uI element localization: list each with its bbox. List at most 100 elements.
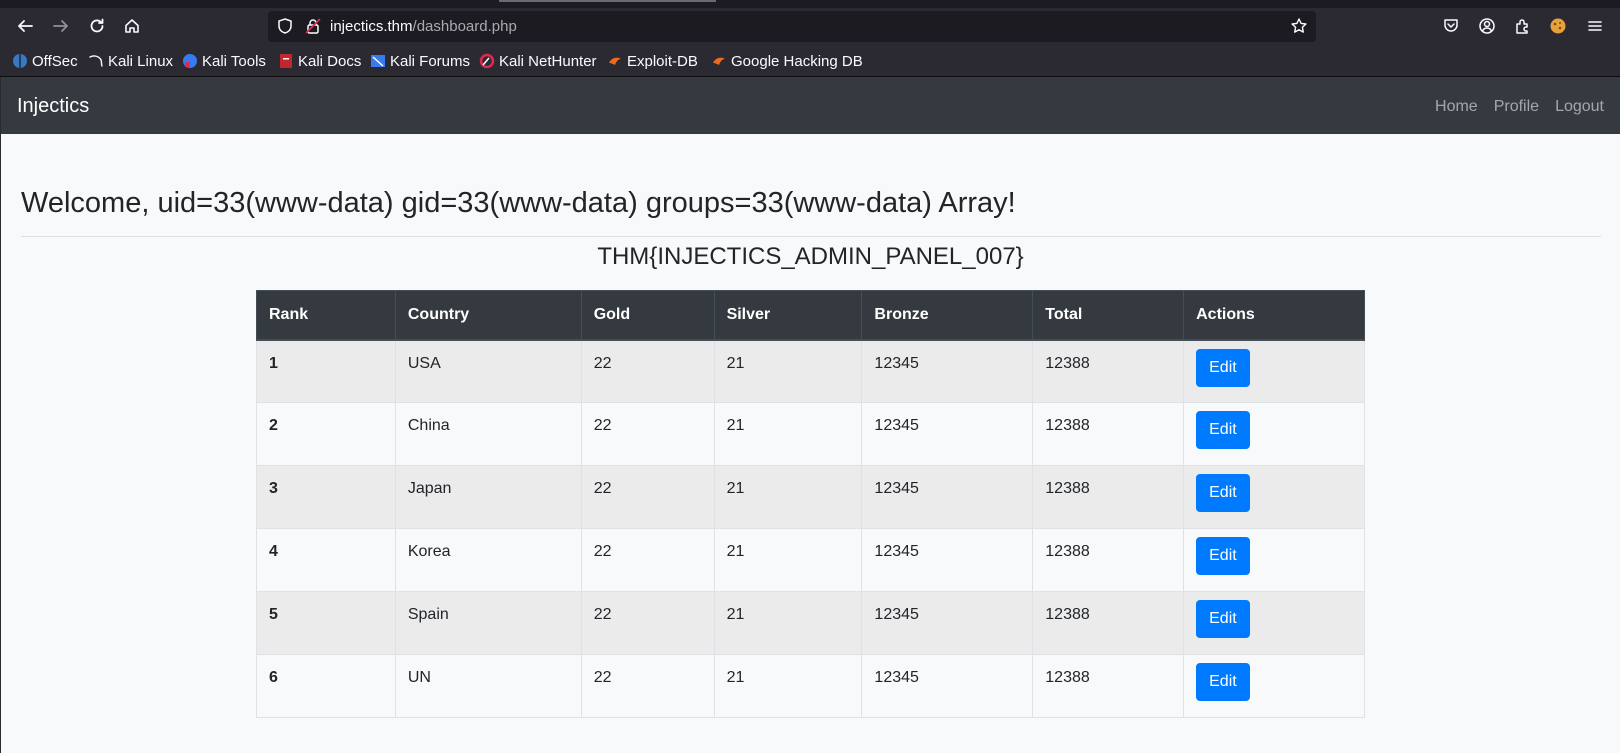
- home-button[interactable]: [117, 11, 147, 41]
- insecure-lock-icon[interactable]: [304, 17, 322, 35]
- kali-tools-icon: [182, 53, 198, 69]
- back-button[interactable]: [10, 11, 40, 41]
- bookmark-exploit-db[interactable]: Exploit-DB: [607, 52, 698, 70]
- offsec-icon: [12, 53, 28, 69]
- cell-actions: Edit: [1183, 528, 1365, 592]
- cell-country: UN: [394, 654, 582, 718]
- cell-total: 12388: [1032, 402, 1185, 466]
- edit-button[interactable]: Edit: [1196, 348, 1250, 387]
- table-row: 1 USA 22 21 12345 12388 Edit: [256, 339, 1365, 403]
- bookmark-label: Kali Docs: [298, 52, 362, 70]
- bookmark-google-hacking-db[interactable]: Google Hacking DB: [711, 52, 863, 70]
- web-page: Injectics Home Profile Logout Welcome, u…: [1, 77, 1620, 753]
- column-header-bronze: Bronze: [861, 290, 1034, 341]
- bookmark-label: Exploit-DB: [627, 52, 698, 70]
- cell-total: 12388: [1032, 339, 1185, 403]
- column-header-total: Total: [1032, 290, 1185, 341]
- cell-gold: 22: [580, 339, 715, 403]
- cell-gold: 22: [580, 528, 715, 592]
- cell-country: Korea: [394, 528, 582, 592]
- edit-button[interactable]: Edit: [1196, 411, 1250, 449]
- reload-icon: [90, 18, 104, 33]
- browser-toolbar: injectics.thm/dashboard.php: [0, 8, 1620, 44]
- hamburger-menu-icon[interactable]: [1586, 17, 1604, 35]
- back-arrow-icon: [18, 20, 33, 32]
- url-host: injectics.thm: [330, 18, 413, 35]
- nav-link-home[interactable]: Home: [1435, 98, 1478, 116]
- edit-button[interactable]: Edit: [1196, 537, 1250, 575]
- cookie-extension-icon[interactable]: [1549, 17, 1567, 35]
- cell-country: USA: [394, 339, 582, 403]
- cell-bronze: 12345: [861, 591, 1034, 655]
- shield-icon[interactable]: [276, 17, 294, 35]
- bookmark-label: Kali Tools: [202, 52, 266, 70]
- bookmark-label: OffSec: [32, 52, 78, 70]
- cell-bronze: 12345: [861, 654, 1034, 718]
- cell-rank: 3: [256, 465, 396, 529]
- table-row: 3 Japan 22 21 12345 12388 Edit: [256, 465, 1365, 529]
- bookmark-label: Kali Forums: [390, 52, 471, 70]
- cell-total: 12388: [1032, 654, 1185, 718]
- bookmark-kali-forums[interactable]: Kali Forums: [370, 52, 470, 70]
- cell-actions: Edit: [1183, 339, 1365, 403]
- kali-docs-icon: [278, 53, 294, 69]
- nav-link-profile[interactable]: Profile: [1494, 98, 1539, 116]
- column-header-rank: Rank: [256, 290, 396, 341]
- ghdb-icon: [711, 53, 727, 69]
- cell-bronze: 12345: [861, 465, 1034, 529]
- bookmark-kali-docs[interactable]: Kali Docs: [278, 52, 361, 70]
- bookmarks-toolbar: OffSec Kali Linux Kali Tools Kali Docs K…: [0, 44, 1620, 77]
- bookmark-kali-tools[interactable]: Kali Tools: [182, 52, 266, 70]
- cell-rank: 6: [256, 654, 396, 718]
- kali-dragon-icon: [88, 53, 104, 69]
- cell-bronze: 12345: [861, 339, 1034, 403]
- site-navbar: Injectics Home Profile Logout: [1, 77, 1620, 134]
- cell-actions: Edit: [1183, 402, 1365, 466]
- table-row: 6 UN 22 21 12345 12388 Edit: [256, 654, 1365, 718]
- nav-link-logout[interactable]: Logout: [1555, 98, 1604, 116]
- table-row: 2 China 22 21 12345 12388 Edit: [256, 402, 1365, 466]
- reload-button[interactable]: [82, 11, 112, 41]
- edit-button[interactable]: Edit: [1196, 474, 1250, 512]
- cell-total: 12388: [1032, 591, 1185, 655]
- bookmark-offsec[interactable]: OffSec: [12, 52, 78, 70]
- bookmark-label: Google Hacking DB: [731, 52, 863, 70]
- bookmark-kali-nethunter[interactable]: Kali NetHunter: [479, 52, 597, 70]
- pocket-icon[interactable]: [1442, 17, 1460, 35]
- medals-table: Rank Country Gold Silver Bronze Total Ac…: [256, 290, 1365, 718]
- cell-silver: 21: [713, 591, 863, 655]
- url-text[interactable]: injectics.thm/dashboard.php: [330, 18, 517, 35]
- cell-rank: 2: [256, 402, 396, 466]
- forward-button[interactable]: [46, 11, 76, 41]
- cell-gold: 22: [580, 402, 715, 466]
- cell-country: Spain: [394, 591, 582, 655]
- bookmark-label: Kali NetHunter: [499, 52, 597, 70]
- table-row: 5 Spain 22 21 12345 12388 Edit: [256, 591, 1365, 655]
- extensions-icon[interactable]: [1514, 17, 1532, 35]
- url-bar[interactable]: injectics.thm/dashboard.php: [268, 11, 1316, 42]
- active-tab-indicator[interactable]: [499, 0, 716, 2]
- home-icon: [125, 19, 139, 33]
- flag-text: THM{INJECTICS_ADMIN_PANEL_007}: [597, 243, 1024, 270]
- exploit-db-icon: [607, 53, 623, 69]
- cell-actions: Edit: [1183, 654, 1365, 718]
- cell-total: 12388: [1032, 528, 1185, 592]
- bookmark-kali-linux[interactable]: Kali Linux: [88, 52, 173, 70]
- nav-links: Home Profile Logout: [1435, 98, 1604, 116]
- column-header-silver: Silver: [713, 290, 863, 341]
- cell-gold: 22: [580, 654, 715, 718]
- cell-silver: 21: [713, 339, 863, 403]
- cell-actions: Edit: [1183, 465, 1365, 529]
- edit-button[interactable]: Edit: [1196, 600, 1250, 638]
- bookmark-star-icon[interactable]: [1290, 17, 1308, 35]
- cell-silver: 21: [713, 402, 863, 466]
- account-icon[interactable]: [1478, 17, 1496, 35]
- site-brand[interactable]: Injectics: [17, 95, 89, 118]
- edit-button[interactable]: Edit: [1196, 663, 1250, 701]
- cell-bronze: 12345: [861, 402, 1034, 466]
- cell-bronze: 12345: [861, 528, 1034, 592]
- cell-rank: 4: [256, 528, 396, 592]
- tab-strip: [0, 0, 1620, 8]
- kali-nethunter-icon: [479, 53, 495, 69]
- bookmark-label: Kali Linux: [108, 52, 174, 70]
